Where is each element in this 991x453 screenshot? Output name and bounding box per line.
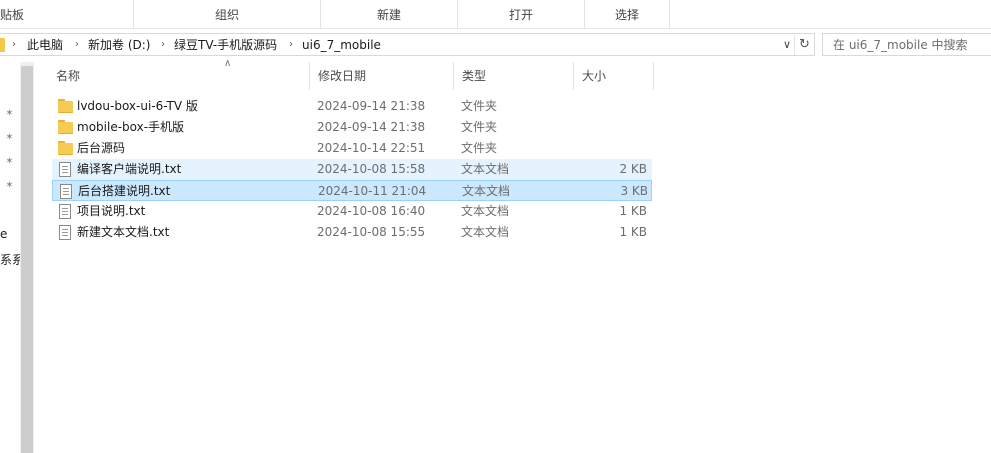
breadcrumb-lvdou-folder[interactable]: 绿豆TV-手机版源码 (174, 37, 277, 53)
file-type: 文本文档 (461, 162, 510, 176)
column-header-size[interactable]: 大小 (574, 62, 654, 90)
breadcrumb-drive-d[interactable]: 新加卷 (D:) (88, 37, 150, 53)
file-name: 新建文本文档.txt (77, 225, 170, 239)
file-type: 文件夹 (461, 99, 498, 113)
file-row[interactable]: 项目说明.txt 2024-10-08 16:40 文本文档 1 KB (52, 201, 652, 222)
ribbon-group-organize[interactable]: 组织 (134, 0, 321, 29)
refresh-icon[interactable]: ↻ (794, 35, 814, 55)
file-size (577, 138, 647, 159)
file-size (577, 117, 647, 138)
breadcrumb-this-pc[interactable]: 此电脑 (27, 37, 63, 53)
file-name: mobile-box-手机版 (77, 120, 185, 134)
pin-icon[interactable]: ✶ (4, 156, 15, 167)
breadcrumb-current-folder[interactable]: ui6_7_mobile (302, 37, 381, 53)
file-name: 后台源码 (77, 141, 126, 155)
file-type: 文本文档 (461, 204, 510, 218)
file-row[interactable]: 后台源码 2024-10-14 22:51 文件夹 (52, 138, 652, 159)
pin-icon[interactable]: ✶ (4, 132, 15, 143)
file-size: 2 KB (619, 162, 647, 176)
text-file-icon (59, 204, 71, 219)
file-type: 文本文档 (462, 184, 511, 198)
file-size (577, 96, 647, 117)
file-row[interactable]: mobile-box-手机版 2024-09-14 21:38 文件夹 (52, 117, 652, 138)
file-type: 文件夹 (461, 141, 498, 155)
file-size: 1 KB (619, 225, 647, 239)
file-row[interactable]: 后台搭建说明.txt 2024-10-11 21:04 文本文档 3 KB (52, 180, 652, 201)
file-date: 2024-10-08 15:55 (317, 225, 426, 239)
ribbon-group-label: 选择 (614, 8, 639, 22)
nav-item-partial[interactable]: e (0, 227, 7, 241)
scrollbar-thumb[interactable] (21, 66, 33, 453)
column-headers: ∧ 名称 修改日期 类型 大小 (48, 58, 658, 90)
file-type: 文本文档 (461, 225, 510, 239)
pin-icon[interactable]: ✶ (4, 180, 15, 191)
file-name: 后台搭建说明.txt (78, 184, 171, 198)
folder-icon (0, 38, 5, 52)
file-size: 3 KB (620, 184, 648, 198)
nav-item-partial[interactable]: 系系 (0, 251, 20, 268)
file-name: 项目说明.txt (77, 204, 146, 218)
file-date: 2024-10-08 16:40 (317, 204, 426, 218)
folder-icon (58, 120, 73, 135)
ribbon: 贴板 组织 新建 打开 选择 (0, 0, 991, 29)
ribbon-group-label: 打开 (508, 8, 533, 22)
file-name: 编译客户端说明.txt (77, 162, 182, 176)
navigation-pane[interactable]: ✶ ✶ ✶ ✶ e 系系 (0, 62, 20, 453)
ribbon-group-label: 新建 (376, 8, 401, 22)
address-bar[interactable]: › 此电脑 › 新加卷 (D:) › 绿豆TV-手机版源码 › ui6_7_mo… (0, 33, 815, 56)
ribbon-group-select[interactable]: 选择 (585, 0, 670, 29)
ribbon-group-new[interactable]: 新建 (321, 0, 458, 29)
folder-icon (58, 99, 73, 114)
file-name: lvdou-box-ui-6-TV 版 (77, 99, 198, 113)
ribbon-group-label: 贴板 (0, 8, 25, 22)
chevron-right-icon[interactable]: › (12, 37, 16, 53)
file-row[interactable]: lvdou-box-ui-6-TV 版 2024-09-14 21:38 文件夹 (52, 96, 652, 117)
column-header-name[interactable]: 名称 (48, 62, 310, 90)
search-input[interactable] (823, 34, 991, 55)
file-row[interactable]: 新建文本文档.txt 2024-10-08 15:55 文本文档 1 KB (52, 222, 652, 243)
ribbon-group-label: 组织 (214, 8, 239, 22)
ribbon-group-open[interactable]: 打开 (458, 0, 585, 29)
ribbon-group-clipboard[interactable]: 贴板 (0, 0, 134, 29)
file-date: 2024-10-08 15:58 (317, 162, 426, 176)
file-date: 2024-09-14 21:38 (317, 120, 426, 134)
chevron-down-icon[interactable]: ∨ (780, 37, 794, 53)
pin-icon[interactable]: ✶ (4, 108, 15, 119)
file-date: 2024-10-14 22:51 (317, 141, 426, 155)
text-file-icon (60, 184, 72, 199)
column-header-date[interactable]: 修改日期 (310, 62, 454, 90)
navigation-scrollbar[interactable] (20, 62, 34, 453)
file-size: 1 KB (619, 204, 647, 218)
chevron-right-icon[interactable]: › (289, 37, 293, 53)
text-file-icon (59, 162, 71, 177)
file-row[interactable]: 编译客户端说明.txt 2024-10-08 15:58 文本文档 2 KB (52, 159, 652, 180)
chevron-right-icon[interactable]: › (75, 37, 79, 53)
file-date: 2024-10-11 21:04 (318, 184, 427, 198)
file-date: 2024-09-14 21:38 (317, 99, 426, 113)
column-header-type[interactable]: 类型 (454, 62, 574, 90)
search-box[interactable] (822, 33, 991, 56)
chevron-right-icon[interactable]: › (161, 37, 165, 53)
folder-icon (58, 141, 73, 156)
text-file-icon (59, 225, 71, 240)
file-type: 文件夹 (461, 120, 498, 134)
